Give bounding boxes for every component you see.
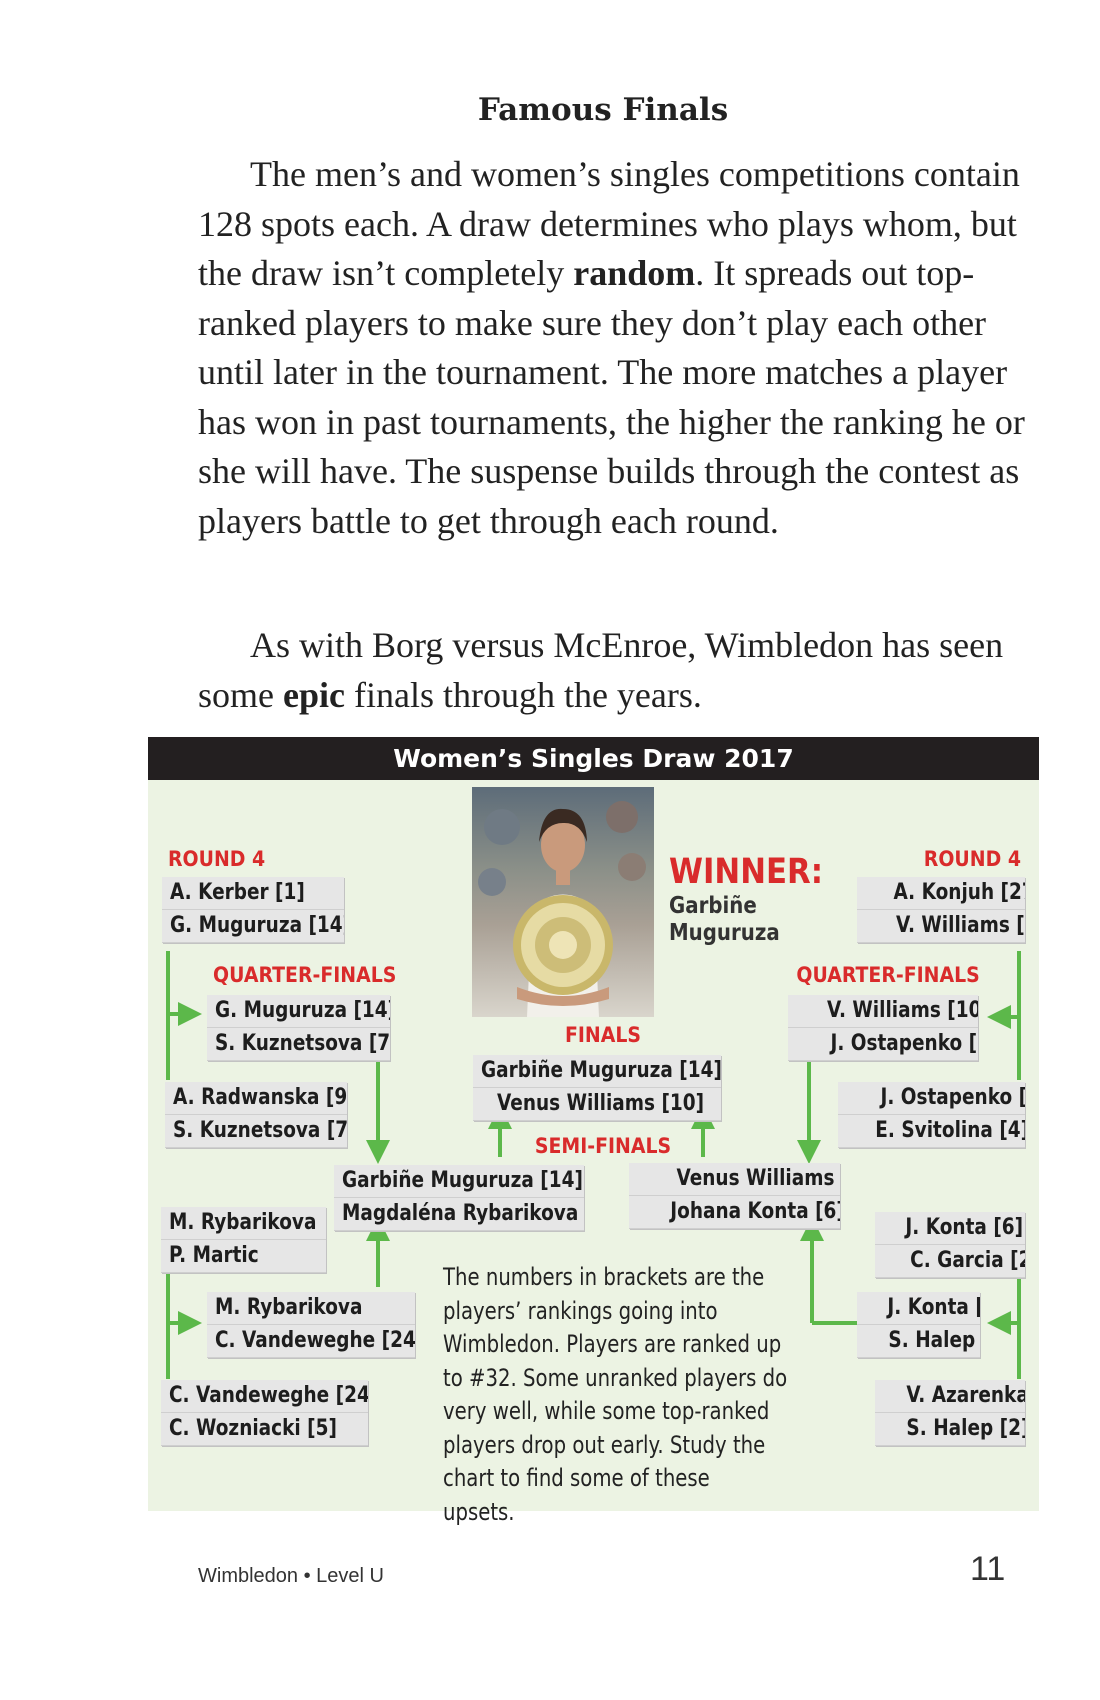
paragraph-2-text-b: finals through the years. (344, 674, 702, 715)
player-entry: A. Kerber [1] (162, 877, 344, 910)
final-match: Garbiñe Muguruza [14] Venus Williams [10… (473, 1055, 721, 1121)
right-round4-match-4: V. Azarenka S. Halep [2] (875, 1380, 1025, 1446)
rankings-note: The numbers in brackets are the players’… (443, 1263, 788, 1526)
left-quarterfinal-1: G. Muguruza [14] S. Kuznetsova [7] (207, 995, 390, 1061)
winner-label: WINNER: (669, 852, 824, 892)
player-entry: J. Ostapenko [13] (838, 1082, 1025, 1115)
player-entry: Venus Williams [10] (629, 1163, 840, 1196)
right-quarterfinal-2: J. Konta [6] S. Halep [2] (857, 1292, 980, 1358)
player-entry: M. Rybarikova (161, 1207, 326, 1240)
player-entry: V. Azarenka (875, 1380, 1025, 1413)
player-entry: P. Martic (161, 1240, 326, 1273)
body-paragraph-1: The men’s and women’s singles competitio… (198, 150, 1028, 546)
quarterfinals-left-label: QUARTER-FINALS (213, 963, 397, 987)
left-round4-match-3: M. Rybarikova P. Martic (161, 1207, 326, 1273)
tournament-draw-figure: Women’s Singles Draw 2017 WINNER: Garbiñ… (148, 737, 1039, 1526)
player-entry: Magdaléna Rybarikova (334, 1198, 584, 1231)
winner-photo (472, 787, 654, 1017)
round4-left-label: ROUND 4 (168, 847, 266, 871)
left-round4-match-4: C. Vandeweghe [24] C. Wozniacki [5] (161, 1380, 368, 1446)
right-round4-match-3: J. Konta [6] C. Garcia [21] (875, 1212, 1025, 1278)
winner-last-name: Muguruza (669, 920, 780, 946)
player-entry: Garbiñe Muguruza [14] (473, 1055, 721, 1088)
right-round4-match-2: J. Ostapenko [13] E. Svitolina [4] (838, 1082, 1025, 1148)
semifinals-label: SEMI-FINALS (534, 1134, 672, 1158)
player-entry: A. Radwanska [9] (165, 1082, 347, 1115)
bold-term-epic: epic (283, 674, 345, 715)
round4-right-label: ROUND 4 (923, 847, 1021, 871)
player-entry: C. Garcia [21] (875, 1245, 1025, 1278)
player-entry: J. Konta [6] (875, 1212, 1025, 1245)
player-entry: A. Konjuh [27] (857, 877, 1025, 910)
paragraph-1-text-b: . It spreads out top-ranked players to m… (198, 253, 1025, 541)
winner-name: Garbiñe Muguruza (669, 893, 807, 947)
player-entry: Venus Williams [10] (473, 1088, 721, 1121)
player-entry: G. Muguruza [14] (162, 910, 344, 943)
right-round4-match-1: A. Konjuh [27] V. Williams [10] (857, 877, 1025, 943)
finals-label: FINALS (564, 1023, 642, 1047)
player-entry: M. Rybarikova (207, 1292, 415, 1325)
player-entry: S. Kuznetsova [7] (207, 1028, 390, 1061)
player-entry: C. Wozniacki [5] (161, 1413, 368, 1446)
page-number: 11 (970, 1550, 1006, 1588)
winner-first-name: Garbiñe (669, 893, 757, 919)
player-entry: C. Vandeweghe [24] (161, 1380, 368, 1413)
player-entry: Garbiñe Muguruza [14] (334, 1165, 584, 1198)
player-entry: G. Muguruza [14] (207, 995, 390, 1028)
player-entry: S. Halep [2] (857, 1325, 980, 1358)
body-paragraph-2: As with Borg versus McEnroe, Wimbledon h… (198, 621, 1028, 720)
footer-book-title: Wimbledon • Level U (198, 1565, 384, 1587)
player-entry: J. Konta [6] (857, 1292, 980, 1325)
player-entry: J. Ostapenko [13] (788, 1028, 978, 1061)
player-entry: S. Halep [2] (875, 1413, 1025, 1446)
left-round4-match-2: A. Radwanska [9] S. Kuznetsova [7] (165, 1082, 347, 1148)
player-entry: Johana Konta [6] (629, 1196, 840, 1229)
bold-term-random: random (573, 253, 696, 293)
player-entry: E. Svitolina [4] (838, 1115, 1025, 1148)
right-quarterfinal-1: V. Williams [10] J. Ostapenko [13] (788, 995, 978, 1061)
section-heading: Famous Finals (477, 92, 729, 128)
semifinal-left: Garbiñe Muguruza [14] Magdaléna Rybariko… (334, 1165, 584, 1231)
left-round4-match-1: A. Kerber [1] G. Muguruza [14] (162, 877, 344, 943)
quarterfinals-right-label: QUARTER-FINALS (796, 963, 980, 987)
semifinal-right: Venus Williams [10] Johana Konta [6] (629, 1163, 840, 1229)
player-entry: V. Williams [10] (857, 910, 1025, 943)
left-quarterfinal-2: M. Rybarikova C. Vandeweghe [24] (207, 1292, 415, 1358)
player-entry: C. Vandeweghe [24] (207, 1325, 415, 1358)
player-entry: V. Williams [10] (788, 995, 978, 1028)
player-entry: S. Kuznetsova [7] (165, 1115, 347, 1148)
